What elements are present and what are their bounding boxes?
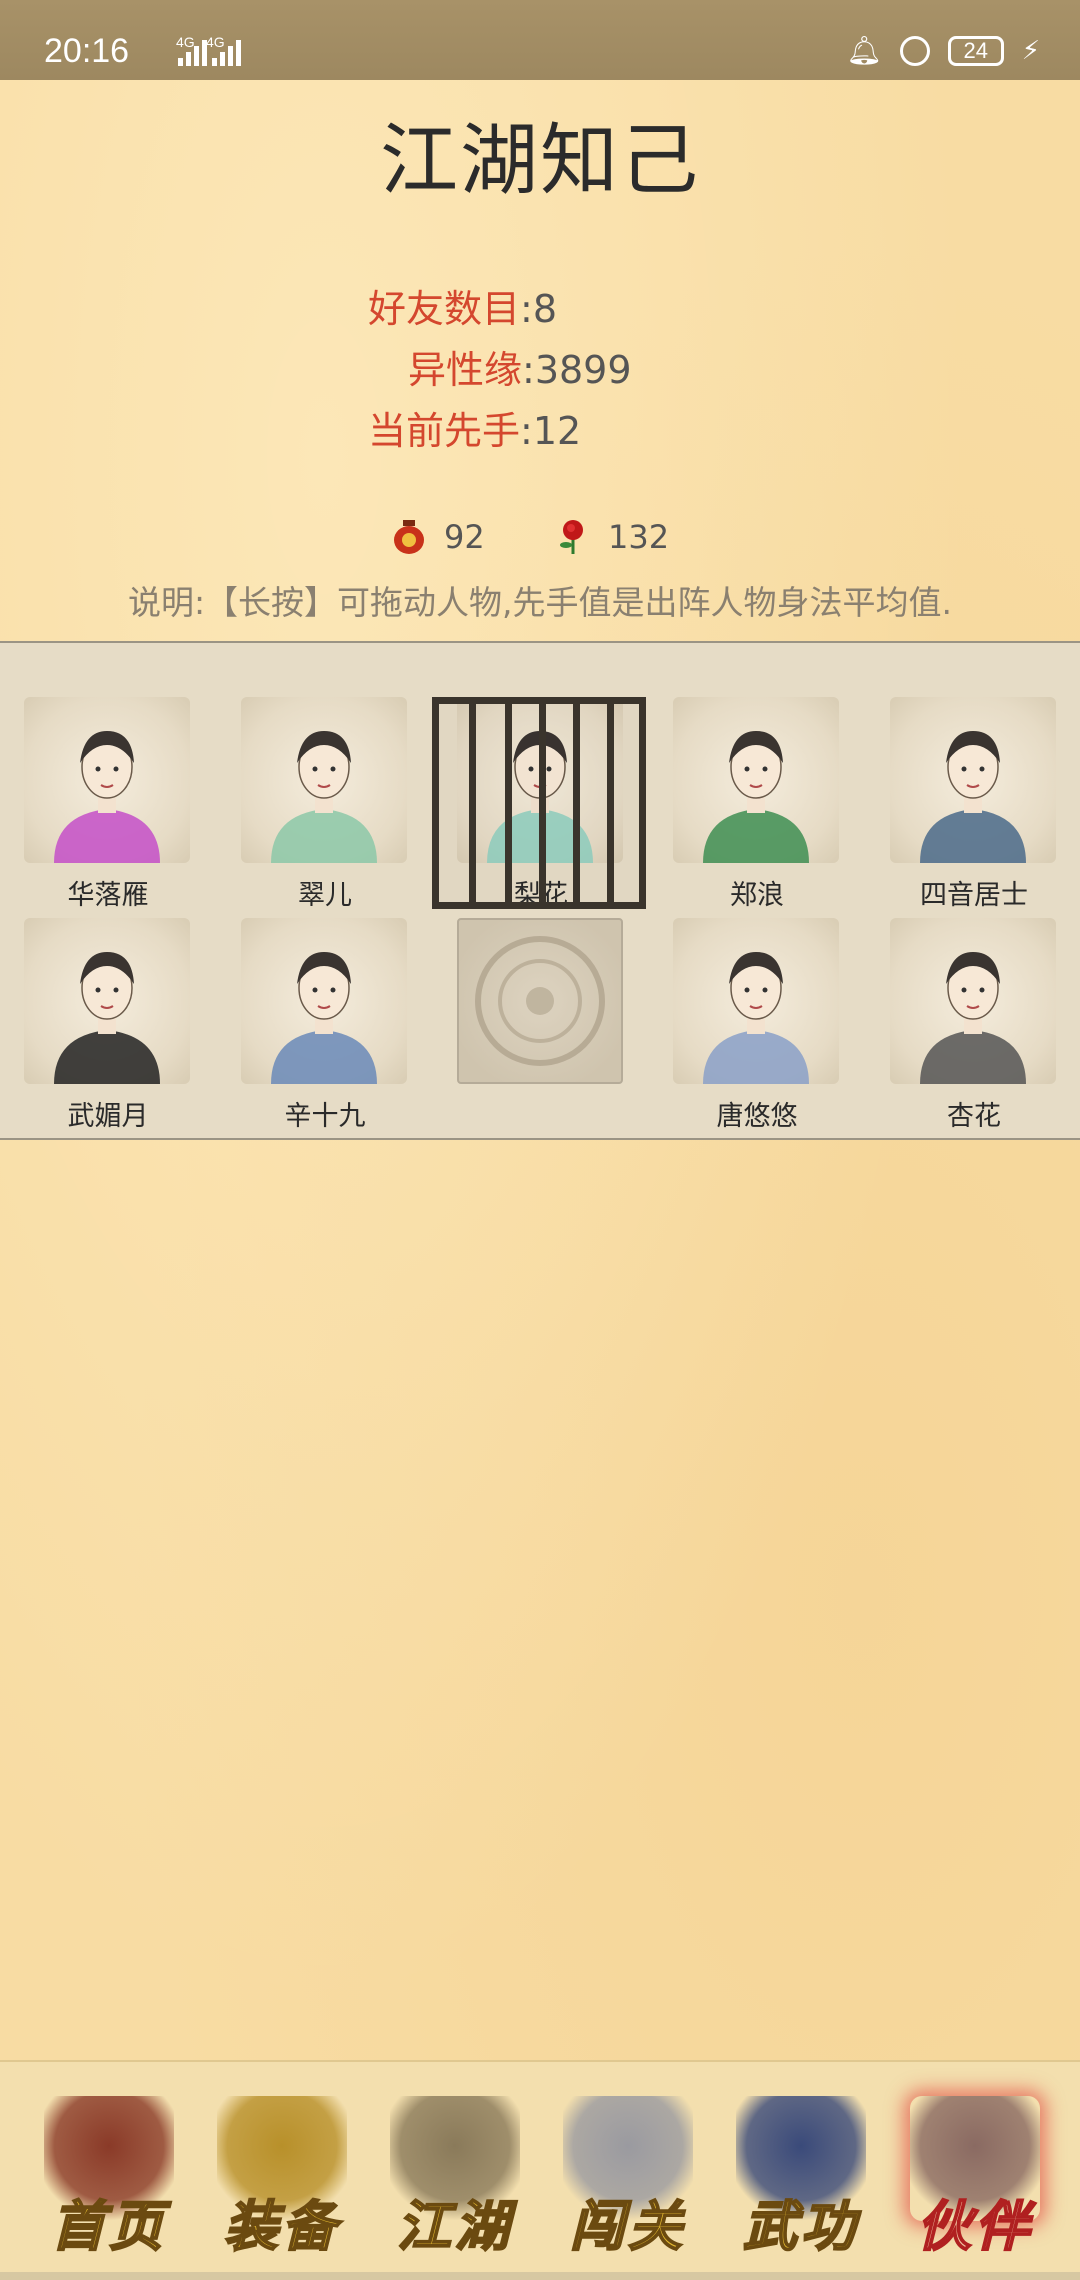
companion-portrait bbox=[241, 918, 407, 1084]
nav-martial-book[interactable]: 武功 bbox=[716, 2096, 886, 2261]
stat-label: 异性缘 bbox=[408, 348, 523, 392]
status-icons: 🔔︎ 24 ⚡︎ bbox=[846, 34, 1040, 67]
rose-inventory: 132 bbox=[556, 518, 669, 556]
stat-value: 8 bbox=[532, 287, 558, 331]
companion-card[interactable]: 翠儿 bbox=[241, 697, 409, 912]
nav-label: 伙伴 bbox=[916, 2193, 1033, 2259]
page-title: 江湖知己 bbox=[379, 116, 700, 206]
stat-value: 3899 bbox=[534, 348, 632, 392]
empty-slot-emblem bbox=[475, 936, 605, 1066]
wine-inventory: 92 bbox=[392, 518, 485, 556]
companion-name: 唐悠悠 bbox=[716, 1101, 798, 1132]
companion-portrait bbox=[890, 918, 1056, 1084]
companion-card[interactable]: 郑浪 bbox=[673, 697, 841, 912]
companion-name: 辛十九 bbox=[284, 1101, 366, 1132]
status-bar: 20:16 4G 4G 🔔︎ 24 ⚡︎ bbox=[0, 0, 1080, 80]
nav-crossed-swords[interactable]: 闯关 bbox=[543, 2096, 713, 2261]
companion-name: 翠儿 bbox=[298, 880, 352, 911]
stat-value: 12 bbox=[532, 409, 582, 453]
companion-name: 武媚月 bbox=[67, 1101, 149, 1132]
stat-separator: : bbox=[520, 409, 533, 453]
stat-initiative: 当前先手:12 bbox=[368, 400, 581, 455]
nav-house[interactable]: 首页 bbox=[24, 2096, 194, 2261]
nav-label: 江湖 bbox=[396, 2193, 513, 2259]
companion-name: 华落雁 bbox=[67, 880, 149, 911]
stat-friend-count: 好友数目:8 bbox=[368, 278, 557, 333]
stat-label: 好友数目 bbox=[368, 287, 521, 331]
nav-label: 武功 bbox=[742, 2193, 859, 2259]
companion-portrait bbox=[24, 918, 190, 1084]
rotation-lock-icon bbox=[899, 35, 930, 66]
wine-count: 92 bbox=[444, 518, 485, 556]
battery-icon: 24 bbox=[947, 35, 1004, 66]
companion-card[interactable]: 辛十九 bbox=[241, 918, 409, 1133]
jail-bars-icon bbox=[432, 697, 646, 909]
instruction-note: 说明:【长按】可拖动人物,先手值是出阵人物身法平均值. bbox=[127, 583, 953, 622]
companion-portrait bbox=[890, 697, 1056, 863]
nav-label: 装备 bbox=[223, 2193, 340, 2259]
stat-label: 当前先手 bbox=[368, 409, 521, 453]
companion-portrait bbox=[241, 697, 407, 863]
charging-icon: ⚡︎ bbox=[1021, 35, 1040, 66]
signal-strength-icon bbox=[212, 40, 241, 66]
companion-name: 郑浪 bbox=[730, 880, 784, 911]
companion-card[interactable]: 杏花 bbox=[890, 918, 1058, 1133]
nav-scroll-map[interactable]: 江湖 bbox=[370, 2096, 540, 2261]
companion-name: 杏花 bbox=[947, 1101, 1001, 1132]
stat-romance: 异性缘:3899 bbox=[408, 339, 632, 394]
stat-separator: : bbox=[522, 348, 535, 392]
rose-icon bbox=[560, 520, 583, 554]
companion-name: 四音居士 bbox=[920, 880, 1028, 911]
companion-portrait bbox=[24, 697, 190, 863]
nav-armor[interactable]: 装备 bbox=[197, 2096, 367, 2261]
nav-label: 首页 bbox=[50, 2193, 167, 2259]
wine-jar-icon bbox=[394, 520, 424, 554]
rose-count: 132 bbox=[608, 518, 670, 556]
gesture-bar bbox=[0, 2272, 1080, 2280]
status-time: 20:16 bbox=[44, 32, 130, 70]
nav-label: 闯关 bbox=[569, 2193, 686, 2259]
stat-separator: : bbox=[520, 287, 533, 331]
companion-card[interactable]: 唐悠悠 bbox=[673, 918, 841, 1133]
companion-card[interactable]: 四音居士 bbox=[890, 697, 1058, 912]
companion-card[interactable]: 华落雁 bbox=[24, 697, 192, 912]
companion-portrait bbox=[673, 697, 839, 863]
nav-partners[interactable]: 伙伴 bbox=[890, 2096, 1060, 2261]
companion-portrait bbox=[673, 918, 839, 1084]
vibrate-icon: 🔔︎ bbox=[846, 34, 882, 67]
companion-card[interactable]: 武媚月 bbox=[24, 918, 192, 1133]
empty-companion-slot[interactable] bbox=[457, 918, 623, 1084]
signal-strength-icon bbox=[178, 40, 207, 66]
